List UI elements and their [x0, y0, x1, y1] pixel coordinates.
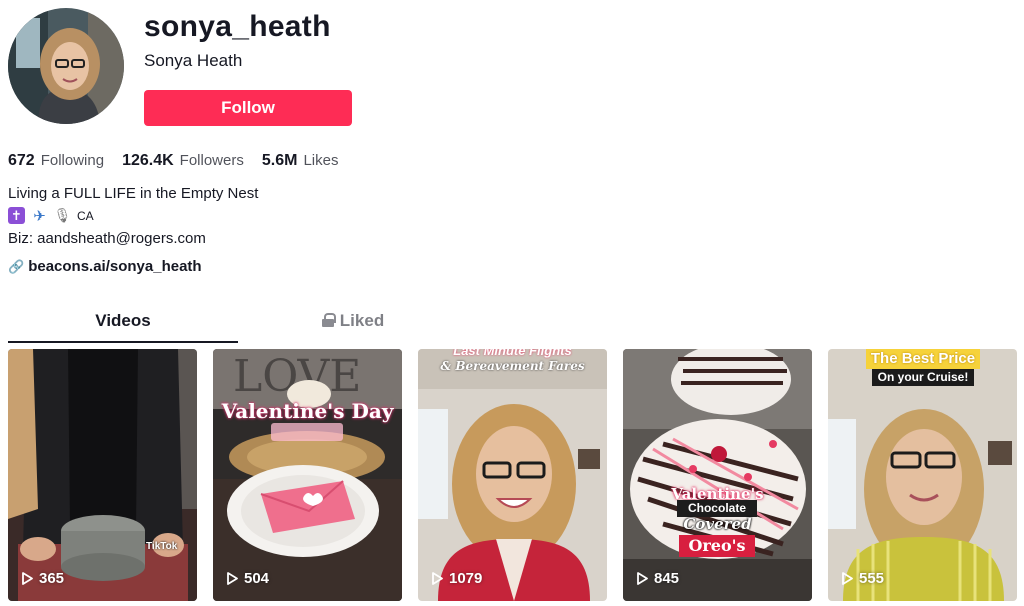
view-count-text: 555	[859, 570, 885, 587]
tiktok-watermark: TikTok	[146, 541, 178, 552]
video-overlay-line3: Covered	[683, 515, 752, 533]
play-icon	[637, 572, 648, 585]
video-view-count: 365	[22, 570, 64, 587]
airplane-icon: ✈	[33, 207, 46, 225]
stat-likes-count: 5.6M	[261, 152, 298, 169]
stat-followers-count: 126.4K	[122, 152, 174, 169]
latin-cross-icon: ✝	[8, 207, 25, 224]
microphone-icon: 🎙	[53, 207, 72, 223]
video-overlay-badge	[271, 423, 343, 441]
video-card[interactable]: TikTok 365	[8, 349, 197, 601]
view-count-text: 1079	[449, 570, 483, 587]
play-icon	[842, 572, 853, 585]
video-grid: TikTok 365 LOVE Valentine's Day 504 Last…	[8, 349, 1018, 601]
stat-following[interactable]: 672 Following	[8, 152, 104, 170]
video-view-count: 504	[227, 570, 269, 587]
play-icon	[227, 572, 238, 585]
video-card[interactable]: Last Minute Flights & Bereavement Fares …	[418, 349, 607, 601]
profile-avatar	[8, 8, 124, 124]
video-card[interactable]: The Best Price On your Cruise! 555	[828, 349, 1017, 601]
bio-country: CA	[77, 208, 94, 223]
play-icon	[432, 572, 443, 585]
profile-bio: Living a FULL LIFE in the Empty Nest	[8, 185, 259, 202]
video-overlay-line2: On your Cruise!	[872, 369, 974, 386]
bio-emoji-row: ✝ ✈ 🎙 CA	[8, 207, 94, 225]
profile-biz-email: Biz: aandsheath@rogers.com	[8, 230, 206, 247]
profile-username: sonya_heath	[144, 10, 331, 43]
profile-display-name: Sonya Heath	[144, 51, 243, 70]
video-thumbnail	[623, 349, 812, 601]
play-icon	[22, 572, 33, 585]
video-thumbnail: LOVE	[213, 349, 402, 601]
video-overlay-title: Valentine's Day	[221, 399, 394, 423]
video-thumbnail	[8, 349, 197, 601]
stat-likes-label: Likes	[303, 152, 339, 169]
video-view-count: 1079	[432, 570, 482, 587]
tab-videos[interactable]: Videos	[8, 307, 238, 343]
stat-followers-label: Followers	[179, 152, 244, 169]
video-overlay-line4: Oreo's	[679, 535, 755, 557]
link-icon: 🔗	[8, 258, 25, 274]
stat-following-label: Following	[40, 152, 105, 169]
stat-likes: 5.6M Likes	[262, 152, 339, 170]
profile-link-text: beacons.ai/sonya_heath	[28, 258, 202, 275]
stat-following-count: 672	[8, 152, 35, 169]
profile-link[interactable]: 🔗 beacons.ai/sonya_heath	[8, 258, 202, 275]
view-count-text: 845	[654, 570, 680, 587]
video-card[interactable]: Valentine's Chocolate Covered Oreo's 845	[623, 349, 812, 601]
view-count-text: 504	[244, 570, 270, 587]
video-view-count: 845	[637, 570, 679, 587]
profile-stats: 672 Following 126.4K Followers 5.6M Like…	[8, 152, 338, 170]
video-overlay-line1: Last Minute Flights	[453, 349, 572, 358]
tab-liked-label: Liked	[339, 311, 385, 330]
view-count-text: 365	[39, 570, 65, 587]
profile-tabs: Videos Liked	[8, 307, 468, 343]
video-overlay-line2: & Bereavement Fares	[440, 359, 585, 373]
video-thumbnail	[418, 349, 607, 601]
video-overlay-line1: The Best Price	[866, 349, 980, 369]
follow-button[interactable]: Follow	[144, 90, 352, 126]
video-view-count: 555	[842, 570, 884, 587]
stat-followers[interactable]: 126.4K Followers	[122, 152, 244, 170]
tab-liked[interactable]: Liked	[238, 307, 468, 343]
video-card[interactable]: LOVE Valentine's Day 504	[213, 349, 402, 601]
lock-icon	[321, 313, 336, 327]
video-thumbnail	[828, 349, 1017, 601]
